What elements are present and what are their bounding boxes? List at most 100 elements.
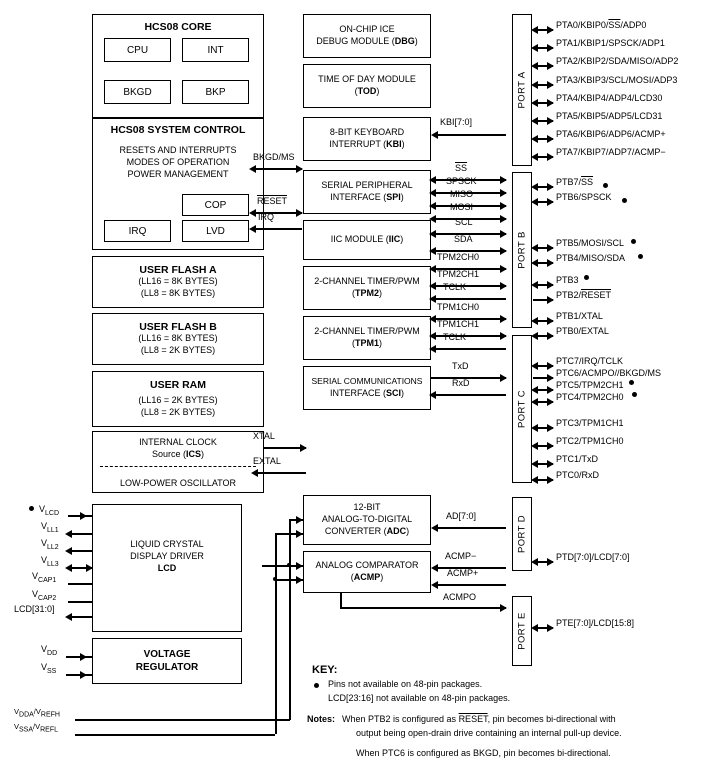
key-item-1: Pins not available on 48-pin packages.: [328, 679, 483, 689]
signal-irq: IRQ: [258, 212, 275, 222]
port-box-b: PORT B: [512, 172, 532, 328]
signal-miso: MISO: [450, 189, 474, 199]
block-bkgd: BKGD: [104, 80, 171, 104]
pin-ptc0: PTC0/RxD: [556, 470, 600, 480]
block-lcd-driver: LIQUID CRYSTAL DISPLAY DRIVER LCD: [92, 504, 242, 632]
port-box-d: PORT D: [512, 497, 532, 571]
pin-vlcd: VLCD: [39, 504, 60, 517]
block-tpm2: 2-CHANNEL TIMER/PWM (TPM2): [303, 266, 431, 310]
block-acmp: ANALOG COMPARATOR (ACMP): [303, 551, 431, 593]
block-diagram: HCS08 CORE CPU INT BKGD BKP HCS08 SYSTEM…: [0, 0, 724, 765]
clock-line-1: INTERNAL CLOCK: [139, 437, 217, 447]
junction-dot-2: [272, 577, 277, 581]
pin-pta7: PTA7/KBIP7/ADP7/ACMP−: [556, 147, 666, 157]
pin-vss: VSS: [41, 662, 57, 675]
port-box-a: PORT A: [512, 14, 532, 166]
kbi-line-1: 8-BIT KEYBOARD: [329, 127, 405, 138]
signal-mosi: MOSI: [450, 202, 474, 212]
signal-tpm2ch0: TPM2CH0: [437, 252, 480, 262]
block-user-flash-a: USER FLASH A (LL16 = 8K BYTES) (LL8 = 8K…: [92, 256, 264, 308]
pin-pta6: PTA6/KBIP6/ADP6/ACMP+: [556, 129, 666, 139]
block-cpu: CPU: [104, 38, 171, 62]
signal-scl: SCL: [455, 217, 473, 227]
signal-txd: TxD: [452, 361, 469, 371]
dbg-line-1: ON-CHIP ICE: [339, 24, 395, 35]
ptb5-dot: [631, 239, 636, 244]
block-bkp: BKP: [182, 80, 249, 104]
ram-line-1: (LL16 = 2K BYTES): [138, 395, 218, 406]
signal-spsck: SPSCK: [446, 176, 477, 186]
tpm1-line-1: 2-CHANNEL TIMER/PWM: [314, 326, 420, 337]
signal-extal: EXTAL: [253, 456, 281, 466]
signal-rxd: RxD: [452, 378, 470, 388]
signal-kbi-bus: KBI[7:0]: [440, 117, 473, 127]
pin-lcd-31-0: LCD[31:0]: [14, 604, 55, 614]
signal-reset: RESET: [257, 196, 288, 206]
port-e-label: PORT E: [516, 612, 528, 650]
pin-pte: PTE[7:0]/LCD[15:8]: [556, 618, 635, 628]
bkgd-label: BKGD: [123, 86, 152, 98]
ram-line-2: (LL8 = 2K BYTES): [140, 407, 216, 417]
dbg-line-2: DEBUG MODULE (DBG): [316, 36, 418, 46]
signal-tpm2ch1: TPM2CH1: [437, 269, 480, 279]
signal-bkgd-ms: BKGD/MS: [253, 152, 295, 162]
ptc5-dot: [629, 380, 634, 385]
ptb6-dot: [622, 198, 627, 203]
signal-acmp-plus: ACMP+: [447, 568, 479, 578]
ram-title: USER RAM: [149, 379, 206, 392]
pin-vll2: VLL2: [41, 538, 59, 551]
flash-a-title: USER FLASH A: [139, 264, 217, 277]
flash-b-title: USER FLASH B: [139, 321, 217, 334]
block-voltage-regulator: VOLTAGE REGULATOR: [92, 638, 242, 684]
pin-ptb4: PTB4/MISO/SDA: [556, 253, 626, 263]
notes-label: Notes:: [307, 714, 336, 724]
block-irq: IRQ: [104, 220, 171, 242]
spi-line-1: SERIAL PERIPHERAL: [321, 180, 413, 191]
pin-vcap2: VCAP2: [32, 589, 57, 602]
signal-tpm1ch0: TPM1CH0: [437, 302, 480, 312]
pin-ptc5: PTC5/TPM2CH1: [556, 380, 624, 390]
block-sci: SERIAL COMMUNICATIONS INTERFACE (SCI): [303, 366, 431, 410]
ptc4-dot: [632, 392, 637, 397]
cpu-label: CPU: [126, 44, 149, 56]
flash-a-line-1: (LL16 = 8K BYTES): [138, 276, 218, 287]
lcd-line-1: LIQUID CRYSTAL: [130, 539, 204, 549]
ptb7-dot: [603, 183, 608, 188]
port-d-label: PORT D: [516, 515, 528, 553]
tpm2-line-2: (TPM2): [351, 288, 382, 298]
lcd-line-3: LCD: [157, 562, 177, 573]
pin-pta1: PTA1/KBIP1/SPSCK/ADP1: [556, 38, 665, 48]
pin-ptb0: PTB0/EXTAL: [556, 326, 609, 336]
signal-tclk-tpm1: TCLK: [443, 332, 467, 342]
block-lvd: LVD: [182, 220, 249, 242]
signal-acmpo: ACMPO: [443, 592, 477, 602]
pin-vdd: VDD: [41, 644, 58, 657]
port-box-e: PORT E: [512, 596, 532, 666]
block-int: INT: [182, 38, 249, 62]
adc-line-1: 12-BIT: [353, 502, 381, 513]
tpm2-line-1: 2-CHANNEL TIMER/PWM: [314, 276, 420, 287]
pin-pta5: PTA5/KBIP5/ADP5/LCD31: [556, 111, 663, 121]
system-control-title: HCS08 SYSTEM CONTROL: [110, 124, 246, 136]
flash-b-line-2: (LL8 = 2K BYTES): [140, 345, 216, 355]
block-spi: SERIAL PERIPHERAL INTERFACE (SPI): [303, 170, 431, 214]
flash-a-line-2: (LL8 = 8K BYTES): [140, 288, 216, 298]
key-title: KEY:: [312, 664, 338, 676]
bkp-label: BKP: [205, 86, 226, 98]
pin-ptc7: PTC7/IRQ/TCLK: [556, 356, 624, 366]
block-internal-clock: INTERNAL CLOCK Source (ICS) LOW-POWER OS…: [92, 431, 264, 493]
flash-b-line-1: (LL16 = 8K BYTES): [138, 333, 218, 344]
sci-line-1: SERIAL COMMUNICATIONS: [311, 376, 423, 387]
pin-ptc6: PTC6/ACMPO//BKGD/MS: [556, 368, 662, 378]
pin-pta0: PTA0/KBIP0/SS/ADP0: [556, 20, 647, 30]
port-c-label: PORT C: [516, 390, 528, 428]
note-1-line-2: output being open-drain drive containing…: [356, 728, 622, 738]
signal-ad-bus: AD[7:0]: [446, 511, 477, 521]
block-dbg: ON-CHIP ICE DEBUG MODULE (DBG): [303, 14, 431, 58]
block-user-ram: USER RAM (LL16 = 2K BYTES) (LL8 = 2K BYT…: [92, 371, 264, 427]
tod-line-1: TIME OF DAY MODULE: [318, 74, 416, 85]
pin-vcap1: VCAP1: [32, 571, 57, 584]
kbi-line-2: INTERRUPT (KBI): [329, 139, 405, 149]
sci-line-2: INTERFACE (SCI): [329, 387, 405, 398]
ptb4-dot: [638, 254, 643, 259]
